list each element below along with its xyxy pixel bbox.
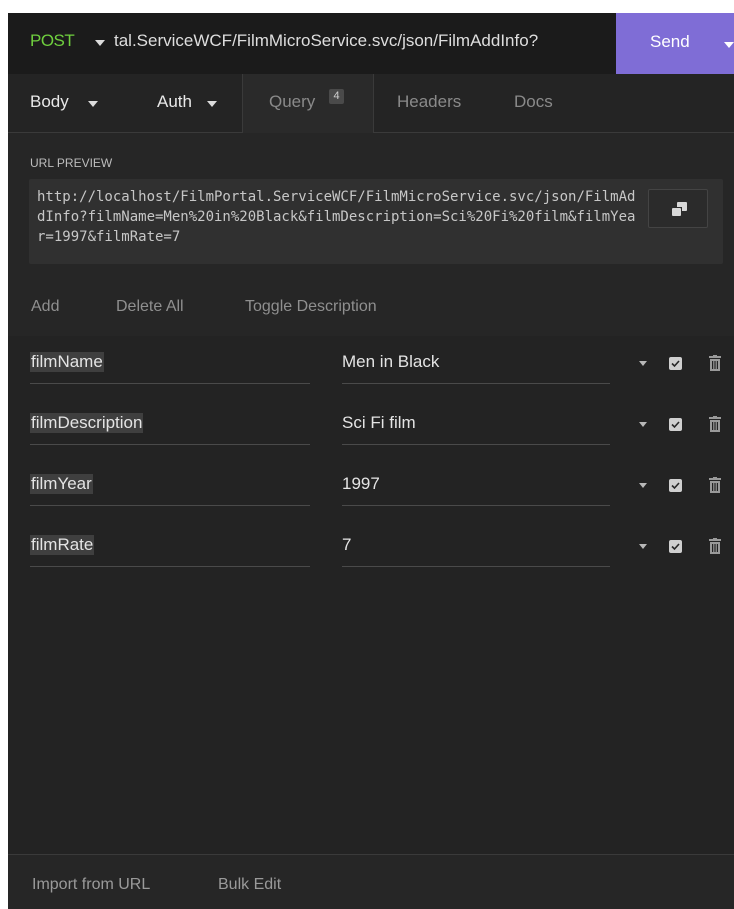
query-params-list: filmName Men in Black filmDescription Sc…: [8, 336, 734, 854]
trash-icon[interactable]: [708, 538, 722, 555]
tab-query[interactable]: Query 4: [242, 74, 374, 133]
param-options-caret-icon[interactable]: [639, 361, 647, 366]
param-name: filmName: [30, 352, 104, 372]
tab-body[interactable]: Body: [8, 74, 120, 132]
param-name: filmDescription: [30, 413, 144, 433]
param-value-field[interactable]: Sci Fi film: [342, 407, 610, 445]
url-bar: POST tal.ServiceWCF/FilmMicroService.svc…: [8, 13, 734, 75]
trash-icon[interactable]: [708, 416, 722, 433]
send-options-caret-icon[interactable]: [724, 42, 734, 48]
param-value-field[interactable]: Men in Black: [342, 346, 610, 384]
tab-auth-label: Auth: [157, 92, 192, 111]
tab-docs-label: Docs: [514, 92, 553, 111]
param-row: filmYear 1997: [8, 458, 734, 518]
method-selector[interactable]: POST: [30, 31, 75, 51]
chevron-down-icon: [207, 101, 217, 107]
param-name: filmYear: [30, 474, 93, 494]
param-name-field[interactable]: filmDescription: [30, 407, 310, 445]
params-actions: Add Delete All Toggle Description: [8, 288, 734, 328]
param-row: filmDescription Sci Fi film: [8, 397, 734, 457]
url-input[interactable]: tal.ServiceWCF/FilmMicroService.svc/json…: [114, 31, 614, 51]
param-value: Sci Fi film: [342, 413, 416, 432]
tab-query-label: Query: [269, 92, 316, 111]
toggle-description-button[interactable]: Toggle Description: [245, 298, 377, 316]
import-from-url-button[interactable]: Import from URL: [32, 876, 150, 894]
param-enabled-checkbox[interactable]: [669, 479, 682, 492]
param-enabled-checkbox[interactable]: [669, 540, 682, 553]
copy-url-button[interactable]: [648, 189, 708, 228]
checkmark-icon: [671, 421, 680, 429]
bulk-edit-button[interactable]: Bulk Edit: [218, 876, 281, 894]
query-count-badge: 4: [329, 89, 344, 104]
param-options-caret-icon[interactable]: [639, 422, 647, 427]
param-enabled-checkbox[interactable]: [669, 357, 682, 370]
param-name-field[interactable]: filmRate: [30, 529, 310, 567]
tab-auth[interactable]: Auth: [120, 74, 242, 132]
checkmark-icon: [671, 360, 680, 368]
tab-body-label: Body: [30, 92, 69, 111]
delete-all-button[interactable]: Delete All: [116, 298, 184, 316]
tab-headers-label: Headers: [397, 92, 462, 111]
tab-headers[interactable]: Headers: [372, 74, 496, 132]
url-preview-label: URL PREVIEW: [30, 156, 113, 170]
chevron-down-icon: [88, 101, 98, 107]
param-name: filmRate: [30, 535, 95, 555]
param-name-field[interactable]: filmName: [30, 346, 310, 384]
add-param-button[interactable]: Add: [31, 298, 59, 316]
param-enabled-checkbox[interactable]: [669, 418, 682, 431]
url-preview-text: http://localhost/FilmPortal.ServiceWCF/F…: [37, 189, 636, 245]
param-options-caret-icon[interactable]: [639, 483, 647, 488]
checkmark-icon: [671, 482, 680, 490]
copy-icon: [671, 202, 687, 217]
request-editor: POST tal.ServiceWCF/FilmMicroService.svc…: [8, 13, 734, 909]
param-value-field[interactable]: 1997: [342, 468, 610, 506]
param-value-field[interactable]: 7: [342, 529, 610, 567]
trash-icon[interactable]: [708, 355, 722, 372]
param-row: filmRate 7: [8, 519, 734, 579]
param-row: filmName Men in Black: [8, 336, 734, 396]
request-tabs: Body Auth Query 4 Headers Docs: [8, 74, 734, 133]
url-preview-box: http://localhost/FilmPortal.ServiceWCF/F…: [29, 179, 723, 264]
param-value: Men in Black: [342, 352, 440, 371]
send-button[interactable]: Send: [616, 13, 734, 74]
param-options-caret-icon[interactable]: [639, 544, 647, 549]
tab-docs[interactable]: Docs: [496, 74, 576, 132]
param-name-field[interactable]: filmYear: [30, 468, 310, 506]
send-label: Send: [650, 32, 690, 51]
method-caret-down-icon[interactable]: [95, 40, 105, 46]
checkmark-icon: [671, 543, 680, 551]
trash-icon[interactable]: [708, 477, 722, 494]
params-footer: Import from URL Bulk Edit: [8, 854, 734, 909]
param-value: 1997: [342, 474, 380, 493]
param-value: 7: [342, 535, 352, 554]
